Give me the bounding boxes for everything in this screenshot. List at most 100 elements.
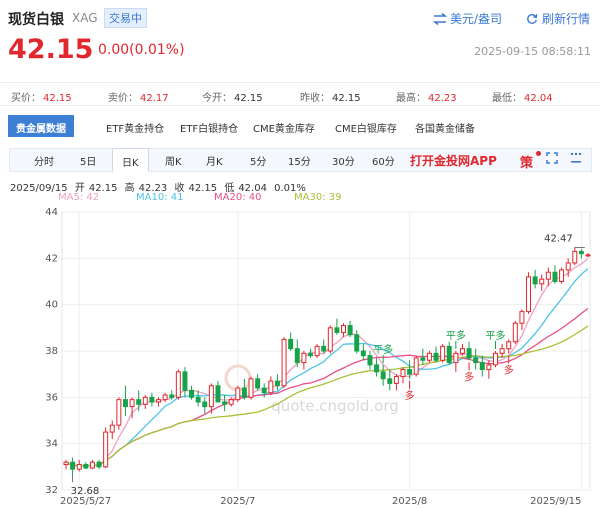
candlestick-chart[interactable]: 32 34 36 38 40 42 44 2025/5/27 2025/7 2025/8 2025/… [0, 200, 600, 509]
candle-body [545, 271, 551, 280]
last-price: 42.15 [8, 34, 94, 65]
candle-body [374, 364, 380, 373]
candle-body [274, 380, 280, 387]
expand-icon [546, 152, 558, 164]
period-monthly[interactable]: 月K [206, 153, 223, 168]
candle-body [585, 254, 591, 257]
candle-body [103, 431, 109, 468]
candle-body [572, 250, 578, 264]
candle-body [281, 338, 287, 387]
candle-body [354, 334, 360, 352]
candle-body [367, 355, 373, 366]
period-5day[interactable]: 5日 [80, 153, 96, 168]
signal-label: 多 [405, 389, 415, 402]
candle-body [122, 399, 128, 408]
tab-cme-silver[interactable]: CME白银库存 [335, 115, 397, 137]
candle-body [420, 357, 426, 361]
instrument-title: 现货白银 [8, 12, 64, 28]
candle-body [413, 357, 419, 375]
candle-body [76, 464, 82, 470]
quote-row: 买价： 42.15 卖价： 42.17 今开： 42.15 昨收： 42.15 最高： 4… [0, 82, 600, 106]
period-5min[interactable]: 5分 [250, 153, 266, 168]
low-label: 最低： [492, 93, 522, 104]
high-label: 最高： [396, 93, 426, 104]
tab-precious-metals[interactable]: 贵金属数据 [8, 115, 74, 137]
candle-body [228, 399, 234, 405]
info-high-label: 高 [124, 183, 135, 194]
tab-gold-reserves[interactable]: 各国黄金储备 [415, 115, 475, 137]
candle-body [202, 401, 208, 408]
candle-body [519, 311, 525, 324]
tab-etf-silver[interactable]: ETF白银持仓 [180, 115, 238, 137]
candle-body [559, 269, 565, 282]
period-15min[interactable]: 15分 [288, 153, 311, 168]
watermark-text: quote.cngold.org [271, 397, 399, 415]
period-weekly[interactable]: 周K [165, 153, 182, 168]
candle-body [175, 371, 181, 398]
candle-body [578, 250, 584, 255]
x-tick-label: 2025/7 [220, 496, 255, 507]
y-tick-label: 32 [45, 485, 58, 496]
candle-body [341, 325, 347, 333]
price-change: 0.00(0.01%) [98, 42, 185, 58]
candle-body [426, 352, 432, 361]
high-quote: 最高： 42.23 [396, 89, 457, 104]
candle-body [189, 389, 195, 398]
candle-body [182, 371, 188, 391]
candle-body [116, 399, 122, 426]
period-60min[interactable]: 60分 [372, 153, 395, 168]
candle-body [222, 401, 228, 405]
currency-switch-button[interactable]: 美元/盎司 [433, 10, 502, 27]
refresh-icon [527, 13, 538, 24]
fullscreen-icon[interactable] [546, 152, 558, 168]
tab-etf-gold[interactable]: ETF黄金持仓 [106, 115, 164, 137]
x-tick-label: 2025/8 [392, 496, 427, 507]
candle-body [129, 399, 135, 408]
candle-body [393, 375, 399, 384]
high-annotation: 42.47 [544, 233, 573, 244]
low-quote: 最低： 42.04 [492, 89, 553, 104]
quote-datetime: 2025-09-15 08:58:11 [474, 45, 591, 58]
period-30min[interactable]: 30分 [332, 153, 355, 168]
signal-label: 平多 [446, 329, 466, 342]
candle-body [453, 352, 459, 364]
candle-body [473, 357, 479, 364]
strategy-icon[interactable]: 策 [520, 152, 533, 171]
signal-label: 平多 [485, 329, 505, 342]
low-value: 42.04 [524, 93, 553, 104]
candle-body [466, 348, 472, 359]
candle-body [334, 327, 340, 333]
tab-cme-gold[interactable]: CME黄金库存 [253, 115, 315, 137]
period-toolbar: 分时 5日 日K 周K 月K 5分 15分 30分 60分 打开金投网APP 策 [9, 148, 592, 172]
open-quote: 今开： 42.15 [202, 89, 263, 104]
open-value: 42.15 [234, 93, 263, 104]
refresh-button[interactable]: 刷新行情 [525, 10, 590, 27]
ma20-line [65, 307, 589, 467]
prev-close-value: 42.15 [332, 93, 361, 104]
candle-body [215, 385, 221, 403]
candle-body [268, 380, 274, 394]
open-app-button[interactable]: 打开金投网APP [410, 152, 497, 169]
candle-body [459, 348, 465, 354]
candle-body [512, 322, 518, 343]
open-label: 今开： [202, 93, 232, 104]
currency-label: 美元/盎司 [450, 12, 503, 26]
y-tick-label: 36 [45, 392, 58, 403]
candle-body [321, 345, 327, 352]
more-icon [571, 153, 581, 163]
settings-icon[interactable] [570, 152, 582, 168]
candle-body [380, 371, 386, 380]
trading-status-badge: 交易中 [104, 8, 147, 28]
candle-body [314, 345, 320, 357]
candle-body [506, 341, 512, 350]
candle-body [493, 352, 498, 366]
period-daily[interactable]: 日K [112, 148, 149, 172]
candle-body [294, 348, 300, 364]
info-close: 42.15 [188, 183, 218, 194]
candle-body [307, 352, 313, 357]
notification-dot [536, 151, 541, 156]
period-intraday[interactable]: 分时 [34, 153, 54, 168]
candle-body [400, 369, 406, 377]
candle-body [301, 352, 307, 364]
ask-value: 42.17 [140, 93, 169, 104]
